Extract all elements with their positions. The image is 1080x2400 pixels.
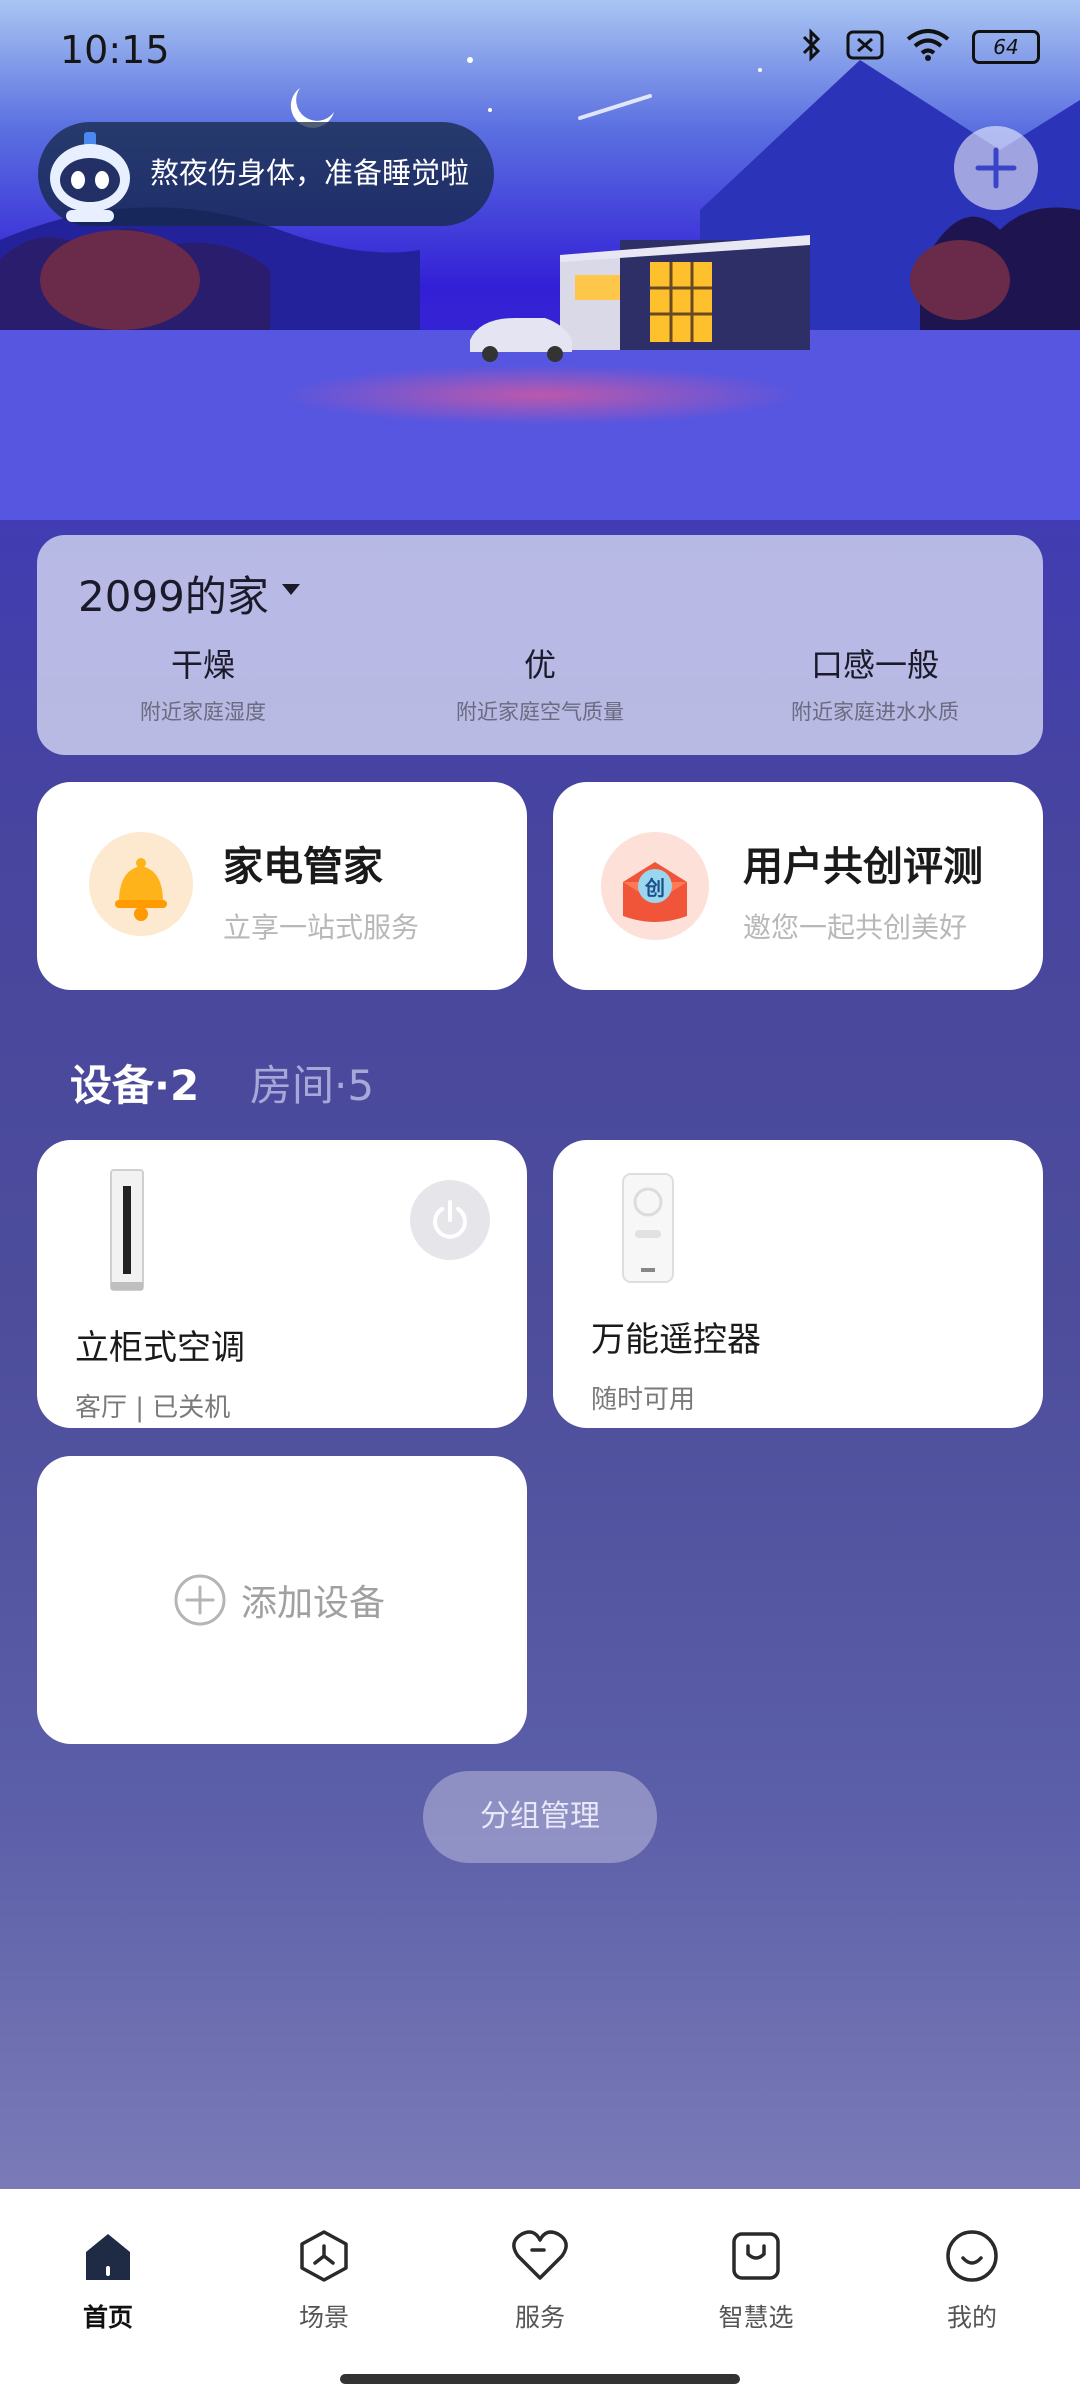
env-humidity-value: 干燥: [170, 646, 235, 684]
appliance-butler-card[interactable]: 家电管家 立享一站式服务: [37, 782, 527, 990]
robot-avatar-icon[interactable]: [44, 130, 136, 222]
status-time: 10:15: [60, 28, 170, 72]
device-info: 万能遥控器 随时可用: [591, 1312, 761, 1416]
home-indicator[interactable]: [340, 2374, 740, 2384]
env-humidity: 干燥 附近家庭湿度: [53, 640, 353, 726]
caret-down-icon[interactable]: [282, 584, 300, 595]
power-button[interactable]: [410, 1180, 490, 1260]
env-humidity-label: 附近家庭湿度: [140, 700, 266, 724]
status-icons: 64: [800, 28, 1040, 66]
nav-item-home[interactable]: 首页: [28, 2228, 188, 2334]
home-icon: [86, 2234, 130, 2280]
device-status: 客厅 | 已关机: [75, 1393, 231, 1423]
bluetooth-icon: [800, 28, 824, 66]
group-manage-button[interactable]: 分组管理: [423, 1771, 657, 1863]
nav-label: 服务: [514, 2303, 565, 2332]
remote-control-icon: [621, 1172, 675, 1284]
nav-label: 场景: [298, 2303, 349, 2332]
red-envelope-icon: 创: [601, 832, 709, 940]
smile-icon: [946, 2230, 998, 2282]
air-conditioner-icon: [109, 1168, 145, 1292]
appliance-butler-title: 家电管家: [223, 844, 383, 890]
co-creation-review-title: 用户共创评测: [743, 844, 983, 890]
device-info: 立柜式空调 客厅 | 已关机: [75, 1320, 245, 1424]
status-bar: 10:15 64: [0, 0, 1080, 96]
battery-indicator: 64: [972, 30, 1040, 64]
add-device-row: 添加设备: [173, 1573, 385, 1627]
tab-rooms[interactable]: 房间·5: [250, 1052, 374, 1113]
nav-item-smart-select[interactable]: 智慧选: [676, 2228, 836, 2334]
nav-label: 智慧选: [718, 2303, 794, 2332]
device-card-universal-remote[interactable]: 万能遥控器 随时可用: [553, 1140, 1043, 1428]
plus-icon: [975, 147, 1017, 189]
device-name: 立柜式空调: [75, 1328, 245, 1368]
env-air-quality-label: 附近家庭空气质量: [456, 700, 624, 724]
env-water-quality: 口感一般 附近家庭进水水质: [725, 640, 1025, 726]
bell-icon: [89, 832, 193, 936]
env-air-quality-value: 优: [523, 646, 556, 684]
wifi-icon: [906, 29, 950, 65]
env-air-quality: 优 附近家庭空气质量: [390, 640, 690, 726]
appliance-butler-text: 家电管家 立享一站式服务: [223, 834, 419, 946]
env-water-quality-label: 附近家庭进水水质: [791, 700, 959, 724]
device-name: 万能遥控器: [591, 1320, 761, 1360]
tip-text: 熬夜伤身体，准备睡觉啦: [150, 156, 470, 190]
shopping-bag-icon: [732, 2232, 780, 2280]
power-icon: [433, 1200, 467, 1239]
nav-label: 我的: [946, 2303, 997, 2332]
add-device-card[interactable]: 添加设备: [37, 1456, 527, 1744]
appliance-butler-subtitle: 立享一站式服务: [223, 911, 420, 944]
add-button[interactable]: [954, 126, 1038, 210]
heart-icon: [512, 2230, 568, 2280]
nav-item-scene[interactable]: 场景: [244, 2228, 404, 2334]
scene-icon: [300, 2230, 348, 2282]
co-creation-review-card[interactable]: 创 用户共创评测 邀您一起共创美好: [553, 782, 1043, 990]
add-device-label: 添加设备: [241, 1583, 386, 1624]
device-status: 随时可用: [591, 1385, 696, 1415]
tab-devices[interactable]: 设备·2: [70, 1052, 199, 1113]
nav-label: 首页: [82, 2303, 133, 2332]
co-creation-review-text: 用户共创评测 邀您一起共创美好: [743, 834, 983, 946]
home-name[interactable]: 2099的家: [78, 563, 269, 624]
sim-off-icon: [846, 30, 884, 64]
add-circle-icon: [174, 1574, 226, 1626]
co-creation-review-subtitle: 邀您一起共创美好: [743, 911, 968, 944]
env-water-quality-value: 口感一般: [810, 646, 939, 684]
nav-item-service[interactable]: 服务: [460, 2228, 620, 2334]
nav-item-mine[interactable]: 我的: [892, 2228, 1052, 2334]
envelope-badge: 创: [645, 876, 665, 900]
